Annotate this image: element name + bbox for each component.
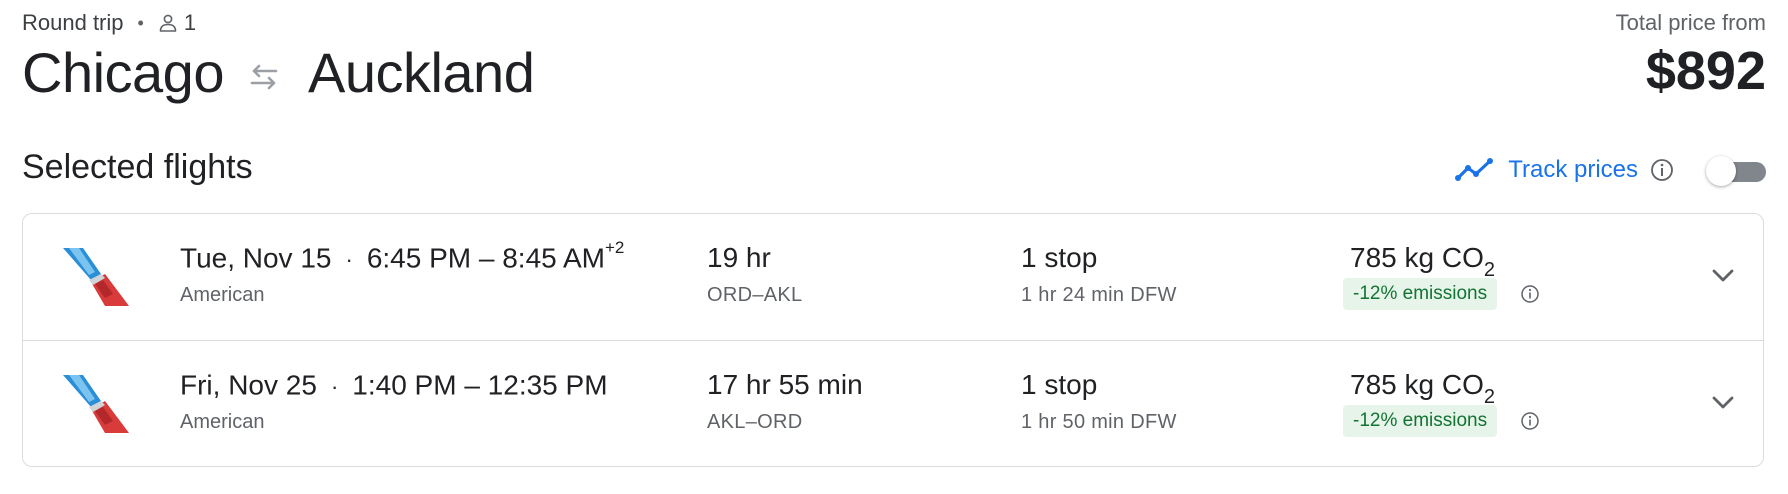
flight-date: Tue, Nov 15 — [180, 242, 332, 274]
flight-time-range: 6:45 PM – 8:45 AM — [366, 242, 605, 274]
airport-codes: ORD–AKL — [707, 284, 803, 306]
price-label: Total price from — [1615, 10, 1766, 35]
origin-city: Chicago — [22, 41, 224, 104]
separator-dot: · — [330, 374, 339, 400]
route-title: Chicago Auckland — [22, 40, 535, 105]
person-icon — [159, 14, 177, 32]
airline-name: American — [180, 411, 265, 433]
selected-flights-card: Tue, Nov 15 · 6:45 PM – 8:45 AM+2 American… — [22, 213, 1764, 467]
co2-amount: 785 kg CO — [1350, 369, 1484, 400]
flight-times: Tue, Nov 15 · 6:45 PM – 8:45 AM+2 — [180, 238, 624, 274]
stop-count: 1 stop — [1021, 369, 1098, 400]
co2-value: 785 kg CO2 — [1350, 369, 1495, 408]
total-price: $892 — [1645, 41, 1766, 101]
separator-dot: · — [345, 247, 353, 273]
separator-dot: • — [137, 12, 144, 33]
track-prices-toggle[interactable] — [1706, 154, 1766, 186]
airport-codes: AKL–ORD — [707, 411, 803, 433]
swap-arrows-icon — [250, 64, 278, 89]
flight-time-range: 1:40 PM – 12:35 PM — [352, 369, 608, 401]
toggle-knob — [1706, 156, 1736, 186]
info-icon[interactable] — [1650, 158, 1674, 182]
destination-city: Auckland — [307, 41, 535, 104]
flight-times: Fri, Nov 25 · 1:40 PM – 12:35 PM — [180, 369, 608, 401]
flight-duration: 17 hr 55 min — [707, 369, 863, 400]
layover-info: 1 hr 24 min DFW — [1021, 284, 1177, 306]
track-prices-label[interactable]: Track prices — [1508, 156, 1638, 184]
stop-count: 1 stop — [1021, 242, 1098, 273]
american-airlines-logo — [63, 248, 129, 306]
airline-name: American — [180, 284, 265, 306]
selected-flights-heading: Selected flights — [22, 148, 253, 186]
trip-header: Round trip • 1 Chicago Auckland Total pr… — [22, 0, 1766, 120]
passenger-count: 1 — [183, 10, 197, 35]
trend-line-icon[interactable] — [1454, 156, 1494, 184]
co2-amount: 785 kg CO — [1350, 242, 1484, 273]
flight-row[interactable]: Tue, Nov 15 · 6:45 PM – 8:45 AM+2 American… — [23, 214, 1763, 340]
emissions-badge: -12% emissions — [1343, 405, 1498, 437]
american-airlines-logo — [63, 375, 129, 433]
trip-meta: Round trip • 1 — [22, 10, 196, 36]
layover-info: 1 hr 50 min DFW — [1021, 411, 1177, 433]
flight-date: Fri, Nov 25 — [180, 369, 317, 401]
trip-type: Round trip — [22, 10, 124, 35]
flight-duration: 19 hr — [707, 242, 771, 273]
flight-row[interactable]: Fri, Nov 25 · 1:40 PM – 12:35 PM American … — [23, 340, 1763, 466]
chevron-down-icon[interactable] — [1708, 260, 1738, 290]
chevron-down-icon[interactable] — [1708, 387, 1738, 417]
info-icon[interactable] — [1520, 411, 1540, 431]
co2-value: 785 kg CO2 — [1350, 242, 1495, 281]
info-icon[interactable] — [1520, 284, 1540, 304]
emissions-badge: -12% emissions — [1343, 278, 1498, 310]
day-offset: +2 — [604, 238, 625, 257]
track-prices-control: Track prices — [1454, 150, 1766, 190]
